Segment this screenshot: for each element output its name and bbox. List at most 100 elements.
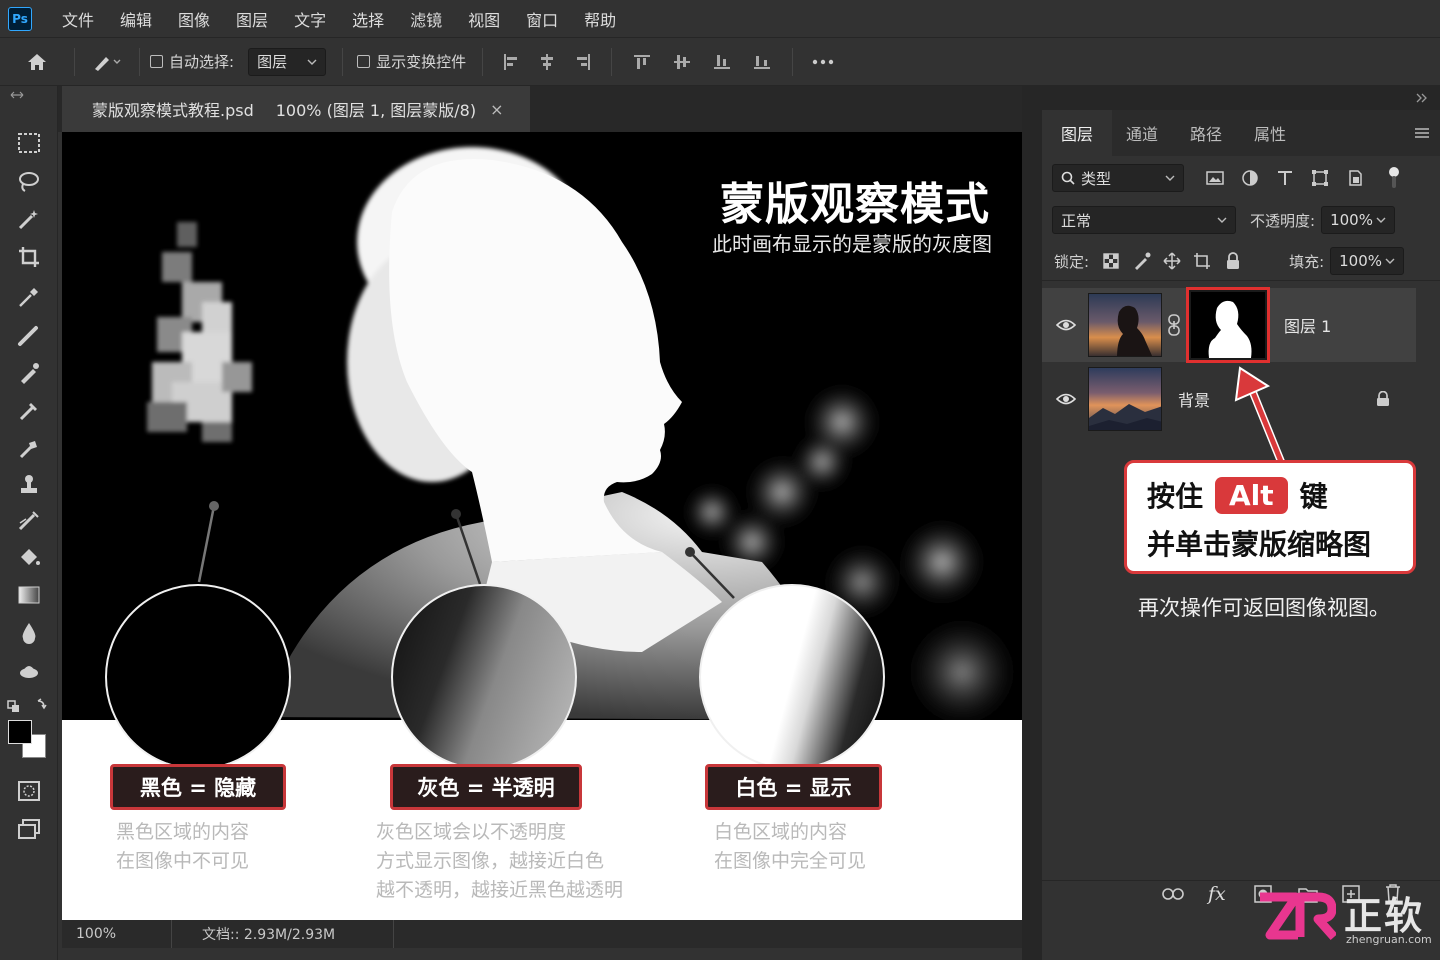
align-center-h-icon[interactable] xyxy=(529,52,565,72)
chain-link-icon[interactable] xyxy=(1168,314,1180,336)
canvas-title: 蒙版观察模式 xyxy=(720,179,990,230)
fill-field[interactable]: 100% xyxy=(1330,247,1405,275)
home-icon[interactable] xyxy=(0,52,74,72)
tab-paths[interactable]: 路径 xyxy=(1190,121,1222,145)
swap-colors-icon[interactable] xyxy=(6,690,52,720)
menu-edit[interactable]: 编辑 xyxy=(120,7,152,31)
menu-bar: Ps 文件 编辑 图像 图层 文字 选择 滤镜 视图 窗口 帮助 xyxy=(0,0,1440,38)
blur-tool-icon[interactable] xyxy=(14,618,44,648)
white-mask-zoom-circle xyxy=(699,584,885,770)
layer-lock-icon[interactable] xyxy=(1376,391,1390,407)
blend-mode-dropdown[interactable]: 正常 xyxy=(1052,206,1236,234)
lock-artboard-icon[interactable] xyxy=(1193,252,1211,270)
tab-layers[interactable]: 图层 xyxy=(1042,110,1112,156)
filter-type-icon[interactable] xyxy=(1276,169,1294,187)
black-description: 黑色区域的内容 在图像中不可见 xyxy=(116,818,249,876)
black-mask-zoom-circle xyxy=(105,584,291,770)
lock-position-icon[interactable] xyxy=(1163,252,1181,270)
eye-icon[interactable] xyxy=(1056,392,1076,406)
layer1-name[interactable]: 图层 1 xyxy=(1284,313,1331,337)
crop-tool-icon[interactable] xyxy=(14,242,44,272)
close-tab-icon[interactable]: × xyxy=(490,100,503,119)
more-options-icon[interactable] xyxy=(803,59,843,65)
paint-bucket-tool-icon[interactable] xyxy=(14,542,44,572)
filter-smart-object-icon[interactable] xyxy=(1346,169,1364,187)
lock-all-icon[interactable] xyxy=(1225,252,1241,270)
lock-transparency-icon[interactable] xyxy=(1103,253,1119,269)
callout-note: 再次操作可返回图像视图。 xyxy=(1138,596,1390,620)
clone-stamp-tool-icon[interactable] xyxy=(14,396,44,426)
brush-tool-icon[interactable] xyxy=(14,358,44,388)
filter-shape-icon[interactable] xyxy=(1311,169,1329,187)
filter-toggle-icon[interactable] xyxy=(1388,166,1400,190)
link-layers-icon[interactable] xyxy=(1162,887,1184,901)
menu-filter[interactable]: 滤镜 xyxy=(410,7,442,31)
dodge-tool-icon[interactable] xyxy=(14,654,44,684)
chevron-down-icon xyxy=(307,59,317,65)
healing-brush-tool-icon[interactable] xyxy=(14,320,44,350)
color-swatches[interactable] xyxy=(8,720,48,760)
show-transform-checkbox[interactable] xyxy=(357,55,371,68)
expand-panels-icon[interactable] xyxy=(1416,93,1428,103)
quick-mask-icon[interactable] xyxy=(14,776,44,806)
stamp-tool-icon[interactable] xyxy=(14,470,44,500)
menu-type[interactable]: 文字 xyxy=(294,7,326,31)
fx-icon[interactable]: fx xyxy=(1208,883,1226,905)
menu-layer[interactable]: 图层 xyxy=(236,7,268,31)
panel-menu-icon[interactable] xyxy=(1414,127,1430,139)
search-icon xyxy=(1061,171,1075,185)
align-bottom-icon[interactable] xyxy=(702,52,742,72)
eye-icon[interactable] xyxy=(1056,318,1076,332)
panel-gutter xyxy=(1022,86,1042,960)
align-left-icon[interactable] xyxy=(493,52,529,72)
marquee-tool-icon[interactable] xyxy=(14,128,44,158)
quick-select-tool-icon[interactable] xyxy=(14,204,44,234)
menu-view[interactable]: 视图 xyxy=(468,7,500,31)
canvas[interactable]: 蒙版观察模式 此时画布显示的是蒙版的灰度图 黑色 = 隐藏 灰色 = 半透明 白… xyxy=(62,132,1022,920)
menu-select[interactable]: 选择 xyxy=(352,7,384,31)
layer1-mask-thumbnail[interactable] xyxy=(1186,287,1270,363)
fill-label: 填充: xyxy=(1289,252,1325,271)
zoom-level[interactable]: 100% xyxy=(62,920,172,948)
filter-kind-dropdown[interactable]: 类型 xyxy=(1052,164,1184,192)
filter-adjustment-icon[interactable] xyxy=(1241,169,1259,187)
tab-channels[interactable]: 通道 xyxy=(1126,121,1158,145)
collapse-arrows-icon[interactable] xyxy=(10,90,24,103)
align-right-icon[interactable] xyxy=(565,52,601,72)
document-size[interactable]: 文档:: 2.93M/2.93M xyxy=(172,920,394,948)
history-brush-tool-icon[interactable] xyxy=(14,434,44,464)
divider xyxy=(611,47,613,76)
auto-select-checkbox[interactable] xyxy=(150,55,163,68)
lasso-tool-icon[interactable] xyxy=(14,166,44,196)
background-layer-name[interactable]: 背景 xyxy=(1178,387,1210,411)
menu-window[interactable]: 窗口 xyxy=(526,7,558,31)
divider xyxy=(482,47,484,76)
canvas-subtitle: 此时画布显示的是蒙版的灰度图 xyxy=(712,232,992,256)
blend-mode-value: 正常 xyxy=(1061,211,1092,230)
gradient-tool-icon[interactable] xyxy=(14,580,44,610)
zhengruan-watermark: 正软 zhengruan.com xyxy=(1256,887,1432,953)
distribute-icon[interactable] xyxy=(742,52,782,72)
eyedropper-tool-icon[interactable] xyxy=(14,282,44,312)
tab-properties[interactable]: 属性 xyxy=(1254,121,1286,145)
opacity-field[interactable]: 100% xyxy=(1321,206,1396,234)
filter-pixel-icon[interactable] xyxy=(1206,170,1224,186)
opacity-value: 100% xyxy=(1330,211,1373,229)
mixer-brush-tool-icon[interactable] xyxy=(14,506,44,536)
layer-row-layer1[interactable]: 图层 1 xyxy=(1042,287,1416,363)
align-top-icon[interactable] xyxy=(622,52,662,72)
menu-file[interactable]: 文件 xyxy=(62,7,94,31)
layer1-image-thumbnail[interactable] xyxy=(1088,293,1162,357)
layers-panel-tabs: 图层 通道 路径 属性 xyxy=(1042,110,1440,156)
menu-help[interactable]: 帮助 xyxy=(584,7,616,31)
status-bar: 100% 文档:: 2.93M/2.93M xyxy=(62,920,1022,948)
auto-select-dropdown[interactable]: 图层 xyxy=(248,47,327,76)
lock-pixels-icon[interactable] xyxy=(1133,252,1151,270)
brush-preset-icon[interactable] xyxy=(85,52,129,72)
menu-image[interactable]: 图像 xyxy=(178,7,210,31)
foreground-color-swatch[interactable] xyxy=(8,720,32,744)
screen-mode-icon[interactable] xyxy=(14,814,44,844)
background-image-thumbnail[interactable] xyxy=(1088,367,1162,431)
align-middle-v-icon[interactable] xyxy=(662,52,702,72)
document-tab[interactable]: 蒙版观察模式教程.psd 100% (图层 1, 图层蒙版/8) × xyxy=(62,86,530,132)
